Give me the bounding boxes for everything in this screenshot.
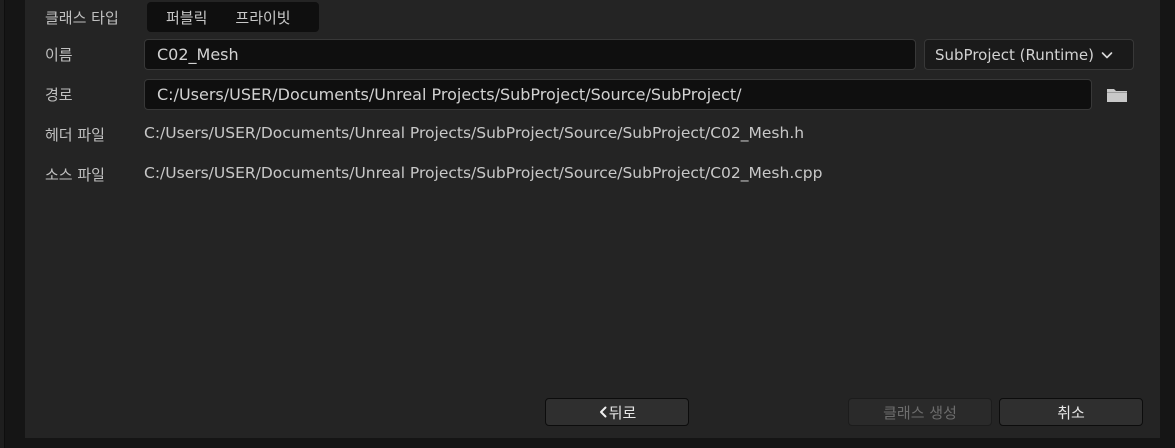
chevron-down-icon xyxy=(1100,48,1114,62)
module-dropdown[interactable]: SubProject (Runtime) xyxy=(924,39,1134,70)
source-file-label: 소스 파일 xyxy=(45,166,105,184)
name-label: 이름 xyxy=(45,46,73,64)
dialog-frame: 클래스 타입 퍼블릭 프라이빗 이름 C02_Mesh SubProject (… xyxy=(0,0,1175,448)
source-file-path: C:/Users/USER/Documents/Unreal Projects/… xyxy=(144,164,823,182)
class-type-public-option[interactable]: 퍼블릭 xyxy=(147,7,207,28)
path-value: C:/Users/USER/Documents/Unreal Projects/… xyxy=(157,85,742,104)
chevron-left-icon xyxy=(598,406,608,418)
path-input[interactable]: C:/Users/USER/Documents/Unreal Projects/… xyxy=(144,79,1092,110)
header-file-path: C:/Users/USER/Documents/Unreal Projects/… xyxy=(144,124,805,142)
class-type-label: 클래스 타입 xyxy=(45,9,119,27)
class-type-selector: 퍼블릭 프라이빗 xyxy=(147,2,319,32)
path-label: 경로 xyxy=(45,86,73,104)
new-class-panel: 클래스 타입 퍼블릭 프라이빗 이름 C02_Mesh SubProject (… xyxy=(25,0,1160,438)
header-file-label: 헤더 파일 xyxy=(45,126,105,144)
folder-icon[interactable] xyxy=(1105,86,1129,104)
create-class-button-label: 클래스 생성 xyxy=(883,403,957,422)
module-dropdown-value: SubProject (Runtime) xyxy=(935,45,1094,64)
class-name-value: C02_Mesh xyxy=(157,45,239,64)
back-button-label: 뒤로 xyxy=(608,403,637,422)
class-type-private-option[interactable]: 프라이빗 xyxy=(207,7,290,28)
cancel-button-label: 취소 xyxy=(1057,403,1085,422)
create-class-button[interactable]: 클래스 생성 xyxy=(848,398,992,426)
back-button[interactable]: 뒤로 xyxy=(545,398,689,426)
window-edge xyxy=(0,0,5,448)
class-name-input[interactable]: C02_Mesh xyxy=(144,39,916,70)
cancel-button[interactable]: 취소 xyxy=(999,398,1143,426)
